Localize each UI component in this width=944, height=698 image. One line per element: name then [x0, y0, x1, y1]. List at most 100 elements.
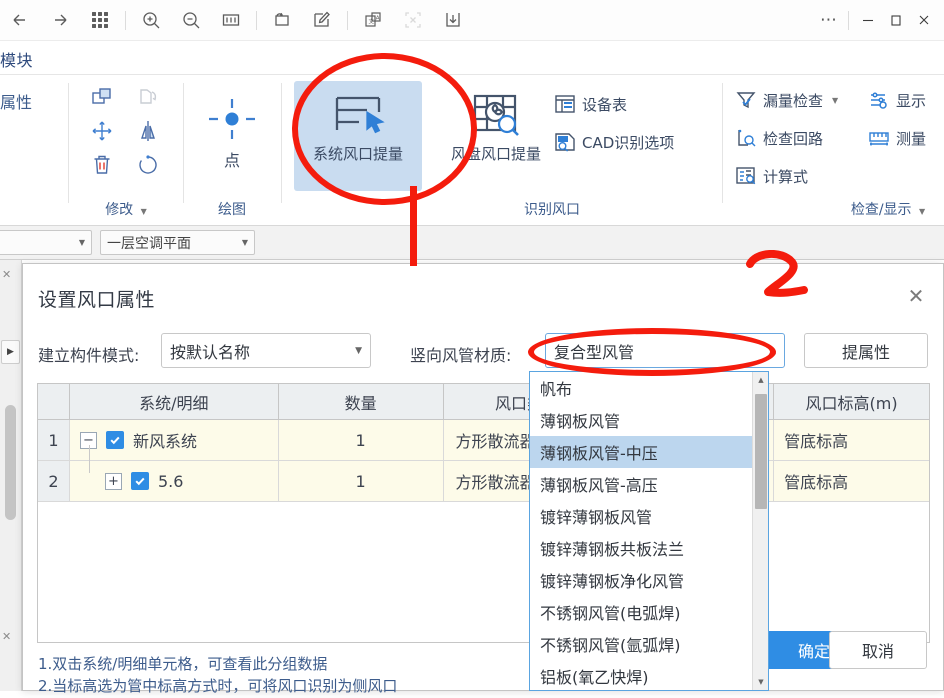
row-elevation[interactable]: 管底标高 [774, 420, 929, 460]
floor-combo[interactable]: 一层空调平面 ▼ [100, 230, 255, 255]
cancel-button[interactable]: 取消 [829, 631, 927, 669]
dropdown-item-selected[interactable]: 薄钢板风管-中压 [530, 436, 754, 468]
panel-scrollbar[interactable] [5, 405, 16, 520]
create-mode-combo[interactable]: 按默认名称 ▼ [161, 333, 371, 368]
close-button[interactable] [910, 5, 938, 35]
check-loop-item[interactable]: 检查回路 [735, 127, 823, 149]
left-combo[interactable]: ▼ [0, 230, 92, 255]
delete-icon[interactable] [81, 149, 123, 181]
dialog-close-icon[interactable]: ✕ [899, 281, 933, 311]
dropdown-item[interactable]: 镀锌薄钢板净化风管 [530, 564, 754, 596]
dropdown-item[interactable]: 帆布 [530, 372, 754, 404]
ribbon-group-label-draw[interactable]: 绘图 [184, 199, 280, 219]
tree-expander-icon[interactable]: + [104, 472, 122, 490]
ribbon-group-label-check[interactable]: 检查/显示 ▼ [823, 199, 944, 219]
dialog-note-1: 1.双击系统/明细单元格，可查看此分组数据 [38, 655, 328, 673]
translate-icon[interactable]: A文 [358, 5, 388, 35]
point-tool-button[interactable]: 点 [184, 93, 280, 171]
cad-recognize-icon [554, 131, 576, 153]
zoom-in-icon[interactable] [136, 5, 166, 35]
ribbon-properties-label[interactable]: 属性 [0, 89, 32, 113]
dropdown-item[interactable]: 镀锌薄钢板风管 [530, 500, 754, 532]
copy-icon[interactable] [81, 81, 123, 113]
dropdown-item[interactable]: 不锈钢风管(电弧焊) [530, 596, 754, 628]
system-outlet-extract-label: 系统风口提量 [312, 145, 403, 163]
ribbon-group-recognize: 系统风口提量 风盘风口提量 设备表 CAD识别选项 识别风口 [282, 75, 742, 225]
chevron-down-icon: ▼ [241, 238, 248, 247]
row-elevation[interactable]: 管底标高 [774, 461, 929, 501]
fit-width-icon[interactable] [216, 5, 246, 35]
row-checkbox[interactable] [130, 472, 149, 490]
ribbon-group-label-recognize[interactable]: 识别风口 [472, 199, 632, 219]
row-number: 1 [38, 420, 70, 460]
panel-close-icon-top[interactable]: ✕ [2, 268, 11, 281]
forward-arrow-icon[interactable] [45, 5, 75, 35]
back-arrow-icon[interactable] [5, 5, 35, 35]
row-system-cell[interactable]: + 5.6 [70, 445, 279, 501]
chevron-down-icon[interactable]: ▼ [141, 207, 147, 216]
select-region-icon [398, 5, 428, 35]
panel-expand-button[interactable]: ▶ [1, 340, 20, 364]
dropdown-item[interactable]: 薄钢板风管 [530, 404, 754, 436]
display-item[interactable]: 显示 [868, 89, 926, 111]
chevron-down-icon[interactable]: ▼ [832, 96, 838, 105]
dropdown-item[interactable]: 薄钢板风管-高压 [530, 468, 754, 500]
device-table-icon [554, 93, 576, 115]
table-row[interactable]: 2 + 5.6 1 方形散流器 管底标高 [38, 445, 929, 502]
table-row[interactable]: 1 − 新风系统 1 方形散流器 管底标高 [38, 420, 929, 461]
ribbon-group-label-modify[interactable]: 修改 ▼ [69, 199, 183, 219]
svg-text:A: A [376, 15, 380, 21]
system-outlet-extract-button[interactable]: 系统风口提量 [294, 81, 422, 191]
row-system-cell[interactable]: − 新风系统 [70, 420, 279, 460]
ribbon-tab-title[interactable]: 模块 [0, 47, 33, 71]
point-icon [209, 99, 255, 139]
toolbar-divider [125, 10, 126, 30]
chevron-down-icon[interactable]: ▼ [919, 207, 925, 216]
maximize-button[interactable] [882, 5, 910, 35]
more-options-button[interactable]: ⋯ [815, 5, 843, 35]
toolbar-divider [347, 10, 348, 30]
dropdown-item[interactable]: 不锈钢风管(氩弧焊) [530, 628, 754, 660]
mirror-copy-icon [127, 81, 169, 113]
measure-label: 测量 [896, 129, 927, 148]
dropdown-items: 帆布 薄钢板风管 薄钢板风管-中压 薄钢板风管-高压 镀锌薄钢板风管 镀锌薄钢板… [530, 372, 754, 690]
measure-item[interactable]: 测量 [868, 127, 926, 149]
vertical-duct-material-combo[interactable]: 复合型风管 ▲ [545, 333, 785, 368]
rotate-icon[interactable] [127, 149, 169, 181]
fan-coil-outlet-extract-button[interactable]: 风盘风口提量 [432, 81, 560, 191]
zoom-out-icon[interactable] [176, 5, 206, 35]
formula-label: 计算式 [763, 167, 809, 186]
leak-check-item[interactable]: 漏量检查 ▼ [735, 89, 838, 111]
dialog-title: 设置风口属性 [38, 289, 156, 311]
scroll-down-icon[interactable]: ▼ [753, 674, 768, 690]
loop-check-icon [735, 127, 757, 149]
scrollbar-thumb[interactable] [755, 394, 767, 509]
material-dropdown-list[interactable]: 帆布 薄钢板风管 薄钢板风管-中压 薄钢板风管-高压 镀锌薄钢板风管 镀锌薄钢板… [529, 371, 769, 691]
floor-combo-value: 一层空调平面 [107, 235, 191, 252]
cad-recognize-options-item[interactable]: CAD识别选项 [554, 131, 674, 153]
apps-grid-icon[interactable] [85, 5, 115, 35]
dropdown-item[interactable]: 镀锌薄钢板共板法兰 [530, 532, 754, 564]
rotate-page-icon[interactable] [267, 5, 297, 35]
formula-item[interactable]: 计算式 [735, 165, 808, 187]
ribbon-group-modify: 修改 ▼ [69, 75, 183, 225]
scroll-up-icon[interactable]: ▲ [753, 372, 768, 388]
mirror-icon[interactable] [127, 115, 169, 147]
set-outlet-properties-dialog: 设置风口属性 ✕ 建立构件模式: 按默认名称 ▼ 竖向风管材质: 复合型风管 ▲… [22, 263, 944, 695]
device-table-item[interactable]: 设备表 [554, 93, 627, 115]
formula-icon [735, 165, 757, 187]
row-qty: 1 [279, 420, 444, 460]
minimize-button[interactable] [854, 5, 882, 35]
modify-icon-grid [81, 81, 181, 181]
chevron-down-icon: ▼ [355, 345, 362, 356]
download-icon[interactable] [438, 5, 468, 35]
annotate-icon[interactable] [307, 5, 337, 35]
extract-properties-button[interactable]: 提属性 [804, 333, 928, 368]
row-checkbox[interactable] [105, 431, 124, 449]
dropdown-item[interactable]: 铝板(氧乙快焊) [530, 660, 754, 690]
panel-close-icon-bottom[interactable]: ✕ [2, 630, 11, 643]
dropdown-scrollbar[interactable]: ▲ ▼ [752, 372, 768, 690]
move-icon[interactable] [81, 115, 123, 147]
measure-icon [868, 127, 890, 149]
dialog-form-row: 建立构件模式: 按默认名称 ▼ 竖向风管材质: 复合型风管 ▲ 提属性 [38, 333, 928, 371]
